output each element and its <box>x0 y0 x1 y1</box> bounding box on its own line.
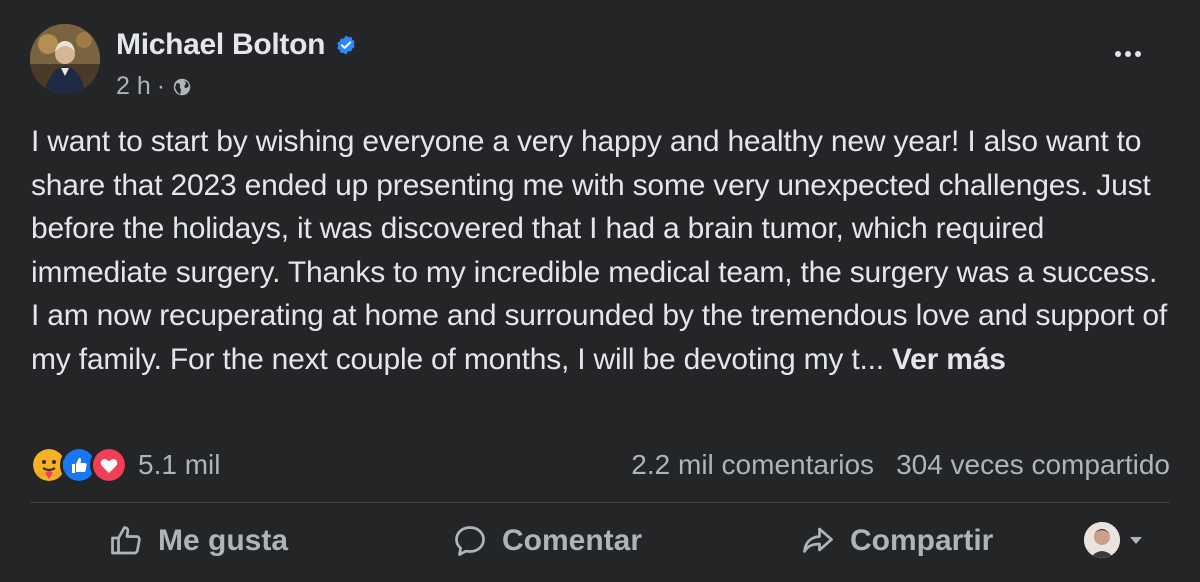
comment-count[interactable]: 2.2 mil comentarios <box>631 449 874 481</box>
post-text: I want to start by wishing everyone a ve… <box>31 125 1167 376</box>
like-button[interactable]: Me gusta <box>108 518 288 564</box>
post-card: Michael Bolton 2 h · I want to start by … <box>0 0 1200 582</box>
comment-button[interactable]: Comentar <box>452 518 642 564</box>
viewer-avatar <box>1084 522 1120 558</box>
verified-badge-icon <box>337 35 355 55</box>
meta-separator: · <box>156 72 166 100</box>
post-meta: 2 h · <box>116 72 193 101</box>
like-label: Me gusta <box>158 524 289 557</box>
love-icon <box>90 446 128 484</box>
thumbs-up-icon <box>111 526 141 555</box>
dot <box>1135 51 1141 57</box>
comment-label: Comentar <box>502 524 643 557</box>
share-label: Compartir <box>850 524 994 557</box>
globe-icon[interactable] <box>171 76 193 98</box>
post-time[interactable]: 2 h <box>116 72 151 101</box>
reaction-profile-selector[interactable] <box>1084 522 1142 558</box>
reaction-count[interactable]: 5.1 mil <box>138 449 220 481</box>
share-count[interactable]: 304 veces compartido <box>896 449 1170 481</box>
share-arrow-icon <box>803 527 833 553</box>
avatar-image <box>30 24 100 94</box>
more-options-icon[interactable] <box>1104 36 1152 72</box>
author-name[interactable]: Michael Bolton <box>116 28 325 62</box>
dot <box>1115 51 1121 57</box>
comment-bubble-icon <box>455 526 485 556</box>
engagement-stats: 2.2 mil comentarios 304 veces compartido <box>631 449 1170 481</box>
author-row: Michael Bolton <box>116 28 357 62</box>
share-button[interactable]: Compartir <box>800 518 993 564</box>
stats-row: 5.1 mil 2.2 mil comentarios 304 veces co… <box>30 442 1170 488</box>
divider <box>30 502 1170 503</box>
post-body: I want to start by wishing everyone a ve… <box>31 120 1171 381</box>
reaction-icons[interactable] <box>30 446 128 484</box>
action-bar: Me gusta Comentar Compartir <box>30 508 1170 574</box>
chevron-down-icon <box>1130 536 1142 544</box>
see-more-link[interactable]: Ver más <box>892 343 1006 376</box>
author-avatar[interactable] <box>30 24 100 94</box>
viewer-avatar-image <box>1084 522 1120 558</box>
dot <box>1125 51 1131 57</box>
